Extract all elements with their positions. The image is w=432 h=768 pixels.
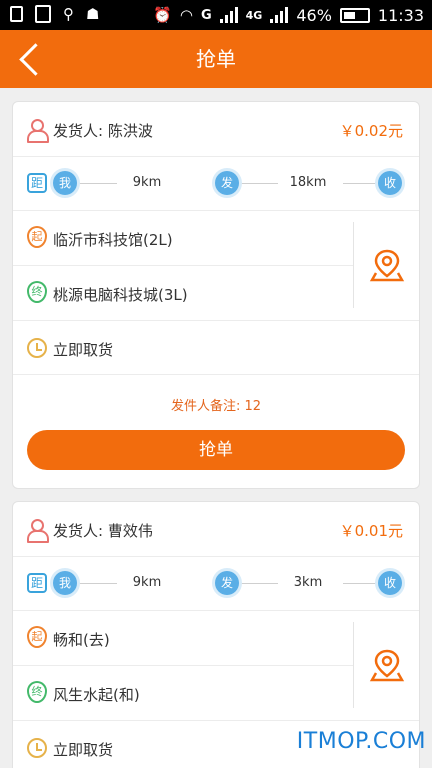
person-icon (27, 119, 49, 143)
distance-to-sender: 9km (117, 575, 177, 590)
android-icon: ☗ (86, 5, 100, 23)
end-address: 桃源电脑科技城(3L) (53, 286, 188, 304)
divider (13, 156, 419, 157)
pickup-time: 立即取货 (53, 341, 114, 359)
distance-badge: 距 (27, 173, 47, 193)
receive-marker: 收 (378, 171, 402, 195)
start-address: 临沂市科技馆(2L) (53, 231, 173, 249)
network-type: G (200, 7, 212, 23)
wifi-icon: ◠ (179, 6, 193, 24)
end-address: 风生水起(和) (53, 686, 140, 704)
notification-icons: ⚲ ☗ (10, 5, 99, 23)
order-price: ￥0.02元 (339, 122, 403, 140)
map-location-icon[interactable] (369, 247, 405, 283)
end-marker-icon: 终 (27, 281, 47, 303)
divider (353, 222, 354, 308)
clock-icon (27, 338, 47, 358)
sender-name: 发货人: 陈洪波 (53, 122, 153, 140)
network-type-2: 4G (245, 8, 263, 22)
divider (13, 665, 353, 666)
start-address: 畅和(去) (53, 631, 110, 649)
clock-icon (27, 738, 47, 758)
end-marker-icon: 终 (27, 681, 47, 703)
signal-icon (219, 7, 238, 23)
receive-marker: 收 (378, 571, 402, 595)
divider (13, 265, 353, 266)
clock-time: 11:33 (377, 5, 424, 25)
me-marker: 我 (53, 571, 77, 595)
divider (13, 610, 419, 611)
send-marker: 发 (215, 171, 239, 195)
signal-icon-2 (270, 7, 289, 23)
alarm-icon: ⏰ (153, 6, 172, 24)
divider (13, 374, 419, 375)
battery-icon (339, 7, 370, 23)
order-card: 发货人: 曹效伟 ￥0.01元 距 我 9km 发 3km 收 起 畅和(去) … (12, 501, 420, 768)
app-header: 抢单 (0, 30, 432, 88)
watermark: ITMOP.COM (296, 729, 426, 754)
sender-note: 发件人备注: 12 (170, 399, 262, 414)
divider (13, 320, 419, 321)
grab-order-button[interactable]: 抢单 (27, 430, 405, 470)
start-marker-icon: 起 (27, 626, 47, 648)
distance-to-receiver: 3km (278, 575, 338, 590)
pickup-time: 立即取货 (53, 741, 114, 759)
map-location-icon[interactable] (369, 647, 405, 683)
divider (353, 622, 354, 708)
distance-to-receiver: 18km (278, 175, 338, 190)
system-icons: ⏰ ◠ G 4G 46% 11:33 (153, 0, 424, 30)
sender-name: 发货人: 曹效伟 (53, 522, 153, 540)
start-marker-icon: 起 (27, 226, 47, 248)
order-price: ￥0.01元 (339, 522, 403, 540)
divider (13, 720, 419, 721)
usb-icon: ⚲ (63, 5, 74, 23)
battery-percent: 46% (296, 5, 332, 25)
page-title: 抢单 (196, 47, 236, 71)
me-marker: 我 (53, 171, 77, 195)
order-card: 发货人: 陈洪波 ￥0.02元 距 我 9km 发 18km 收 起 临沂市科技… (12, 101, 420, 489)
distance-badge: 距 (27, 573, 47, 593)
divider (13, 210, 419, 211)
window-icon (10, 6, 23, 22)
distance-to-sender: 9km (117, 175, 177, 190)
send-marker: 发 (215, 571, 239, 595)
divider (13, 556, 419, 557)
code-icon (35, 5, 51, 23)
status-bar: ⚲ ☗ ⏰ ◠ G 4G 46% 11:33 (0, 0, 432, 30)
person-icon (27, 519, 49, 543)
